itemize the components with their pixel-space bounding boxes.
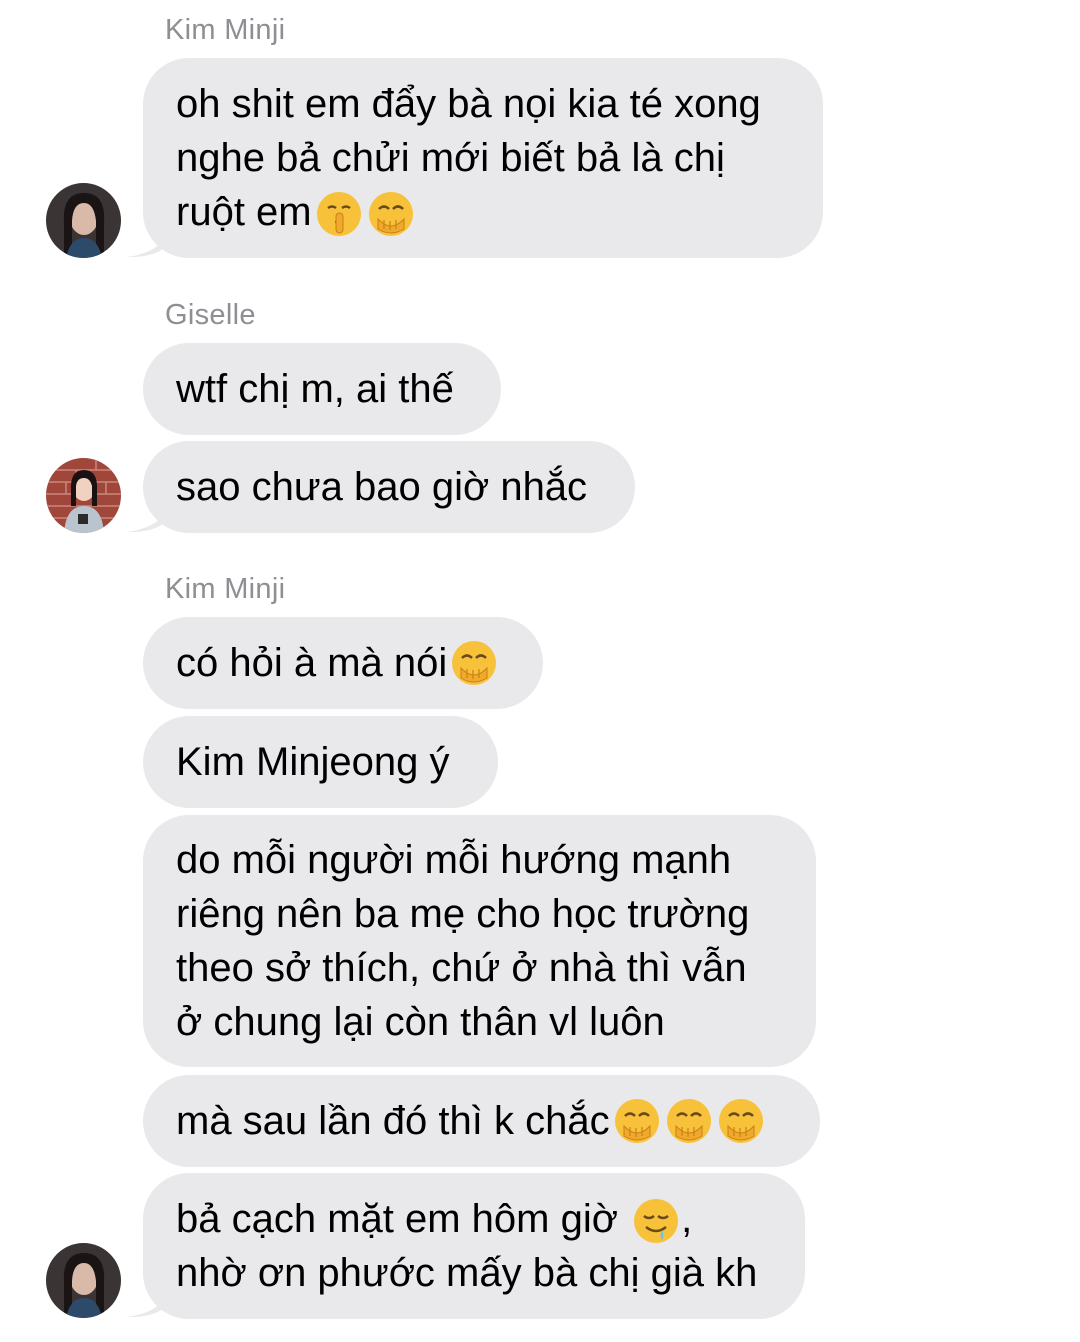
message-line: bả cạch mặt em hôm giờ <box>176 1196 630 1241</box>
message-bubble[interactable]: Kim Minjeong ý <box>143 716 498 808</box>
drooling-face-emoji <box>634 1199 679 1244</box>
message-bubble[interactable]: mà sau lần đó thì k chắc <box>143 1075 820 1167</box>
message-line: có hỏi à mà nói <box>176 641 448 685</box>
message-bubble[interactable]: bả cạch mặt em hôm giờ , nhờ ơn phước mấ… <box>143 1173 805 1319</box>
message-line: nhờ ơn phước mấy bà chị già kh <box>176 1251 758 1296</box>
hand-over-mouth-emoji <box>452 641 497 685</box>
hand-over-mouth-emoji <box>666 1099 711 1143</box>
avatar-image <box>46 458 121 533</box>
bubble-tail <box>127 505 167 533</box>
avatar-kim-minji[interactable] <box>46 1243 121 1318</box>
avatar-giselle[interactable] <box>46 458 121 533</box>
bubble-tail <box>127 230 167 258</box>
sender-name: Kim Minji <box>165 573 286 605</box>
message-line: do mỗi người mỗi hướng mạnh <box>176 838 732 882</box>
message-line: nghe bả chửi mới biết bả là chị <box>176 135 725 180</box>
message-line: oh shit em đẩy bà nọi kia té xong <box>176 81 761 126</box>
message-bubble[interactable]: do mỗi người mỗi hướng mạnh riêng nên ba… <box>143 815 816 1067</box>
message-line: ở chung lại còn thân vl luôn <box>176 1000 665 1044</box>
shushing-face-emoji <box>316 192 361 237</box>
sender-name: Giselle <box>165 299 256 331</box>
message-line: Kim Minjeong ý <box>176 740 450 784</box>
message-line: sao chưa bao giờ nhắc <box>176 465 588 509</box>
message-bubble[interactable]: oh shit em đẩy bà nọi kia té xong nghe b… <box>143 58 823 258</box>
message-line: riêng nên ba mẹ cho học trường <box>176 892 750 936</box>
avatar-image <box>46 183 121 258</box>
hand-over-mouth-emoji <box>614 1099 659 1143</box>
message-line: wtf chị m, ai thế <box>176 367 454 411</box>
sender-name: Kim Minji <box>165 14 286 46</box>
bubble-tail <box>127 1290 167 1318</box>
message-bubble[interactable]: có hỏi à mà nói <box>143 617 543 709</box>
message-line: mà sau lần đó thì k chắc <box>176 1099 610 1143</box>
avatar-image <box>46 1243 121 1318</box>
message-bubble[interactable]: sao chưa bao giờ nhắc <box>143 441 635 533</box>
avatar-kim-minji[interactable] <box>46 183 121 258</box>
message-line: ruột em <box>176 189 312 234</box>
hand-over-mouth-emoji <box>718 1099 763 1143</box>
hand-over-mouth-emoji <box>368 192 413 237</box>
message-bubble[interactable]: wtf chị m, ai thế <box>143 343 501 435</box>
message-line: theo sở thích, chứ ở nhà thì vẫn <box>176 946 747 990</box>
